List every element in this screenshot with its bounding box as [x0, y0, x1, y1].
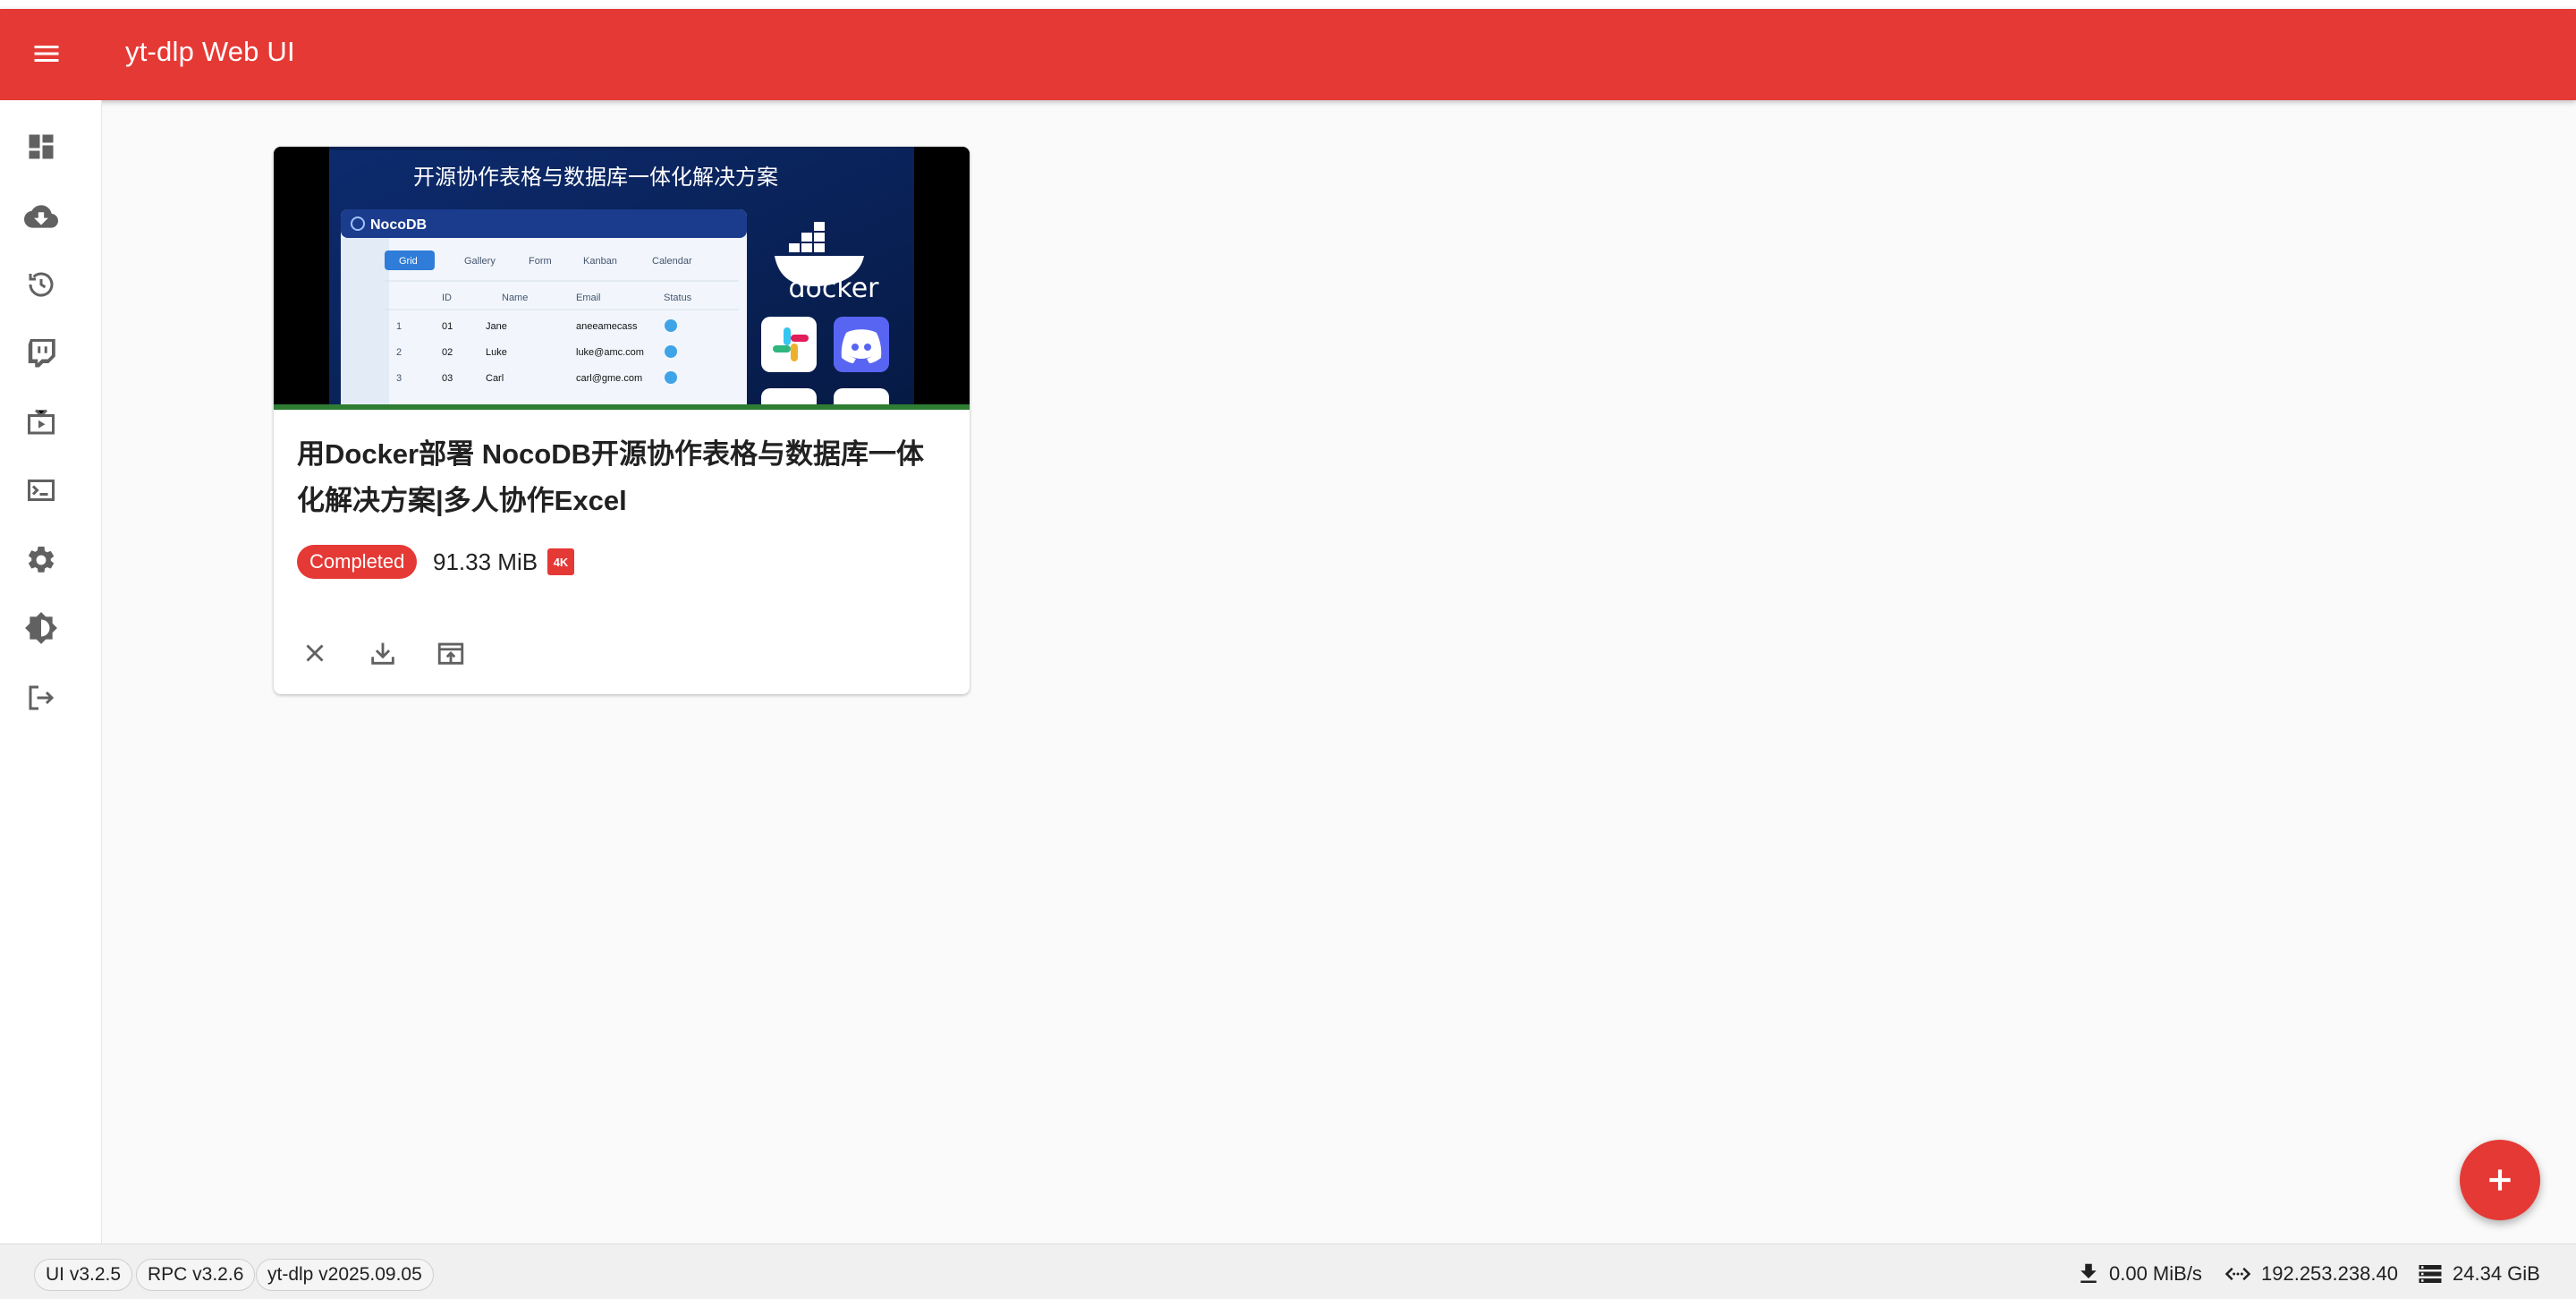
thumbnail-row-name: Jane: [486, 321, 507, 332]
sidebar-item-terminal[interactable]: [20, 469, 63, 512]
quality-4k-icon: 4K: [547, 548, 574, 575]
menu-button[interactable]: [27, 34, 66, 73]
download-speed-icon: [2080, 1263, 2097, 1283]
dashboard-icon: [29, 134, 54, 159]
download-speed: 0.00 MiB/s: [2075, 1257, 2202, 1291]
thumbnail-col-email: Email: [576, 293, 601, 303]
file-size: 91.33 MiB: [433, 548, 538, 575]
sidebar-item-history[interactable]: [20, 263, 63, 306]
twitch-icon: [28, 339, 55, 368]
sidebar-item-downloads[interactable]: [20, 195, 63, 238]
thumbnail-row-name: Luke: [486, 347, 507, 358]
thumbnail-row-num: 1: [396, 321, 402, 332]
ui-version-chip: UI v3.2.5: [34, 1259, 133, 1291]
thumbnail-row-id: 03: [442, 373, 453, 384]
window-top-strip: [0, 0, 2576, 9]
ytdlp-version-chip: yt-dlp v2025.09.05: [256, 1259, 434, 1291]
app-bar: yt-dlp Web UI: [0, 9, 2576, 100]
menu-icon: [34, 46, 59, 62]
app-title: yt-dlp Web UI: [125, 36, 295, 67]
sidebar-item-settings[interactable]: [20, 539, 63, 582]
thumbnail-row-email: luke@amc.com: [576, 347, 644, 358]
thumbnail-docker-label: docker: [789, 273, 880, 304]
thumbnail-row-email: aneeamecass: [576, 321, 638, 332]
remove-button[interactable]: [293, 632, 336, 675]
download-icon: [371, 642, 394, 665]
download-file-button[interactable]: [361, 632, 404, 675]
video-thumbnail[interactable]: 开源协作表格与数据库一体化解决方案 NocoDB Grid Gallery Fo…: [274, 147, 970, 404]
sidebar-item-theme[interactable]: [20, 607, 63, 650]
thumbnail-tab-kanban: Kanban: [583, 256, 617, 267]
disk-free-value: 24.34 GiB: [2453, 1262, 2540, 1285]
thumbnail-tab-calendar: Calendar: [652, 256, 692, 267]
logout-icon: [29, 685, 55, 710]
open-in-new-button[interactable]: [429, 632, 472, 675]
thumbnail-app-name: NocoDB: [370, 217, 427, 233]
thumbnail-row-email: carl@gme.com: [576, 373, 642, 384]
live-tv-icon: [28, 409, 55, 435]
status-footer: UI v3.2.5 RPC v3.2.6 yt-dlp v2025.09.05 …: [0, 1244, 2576, 1299]
thumbnail-tab-form: Form: [529, 256, 552, 267]
thumbnail-col-name: Name: [502, 293, 528, 303]
download-card: 开源协作表格与数据库一体化解决方案 NocoDB Grid Gallery Fo…: [274, 147, 970, 694]
close-icon: [306, 644, 324, 662]
brightness-icon: [25, 612, 57, 644]
thumbnail-row-num: 3: [396, 373, 402, 384]
download-progress-bar: [274, 404, 970, 410]
thumbnail-headline: 开源协作表格与数据库一体化解决方案: [413, 165, 778, 190]
sidebar-item-dashboard[interactable]: [20, 125, 63, 168]
video-title: 用Docker部署 NocoDB开源协作表格与数据库一体化解决方案|多人协作Ex…: [297, 438, 924, 516]
history-icon: [29, 272, 54, 297]
storage-icon: [2419, 1265, 2442, 1283]
ip-address-value: 192.253.238.40: [2261, 1262, 2398, 1285]
thumbnail-row-id: 02: [442, 347, 453, 358]
open-in-new-icon: [437, 642, 464, 665]
sidebar-item-twitch[interactable]: [20, 331, 63, 374]
ip-address: 192.253.238.40: [2222, 1257, 2398, 1291]
rpc-version-chip: RPC v3.2.6: [136, 1259, 256, 1291]
sidebar-item-logout[interactable]: [20, 676, 63, 719]
download-speed-value: 0.00 MiB/s: [2109, 1262, 2202, 1285]
thumbnail-tab-gallery: Gallery: [464, 256, 496, 267]
add-download-button[interactable]: [2460, 1140, 2540, 1220]
thumbnail-row-name: Carl: [486, 373, 504, 384]
thumbnail-col-id: ID: [442, 293, 452, 303]
settings-ethernet-icon: [2224, 1267, 2251, 1281]
gear-icon: [29, 546, 55, 573]
status-badge: Completed: [297, 545, 418, 579]
disk-free: 24.34 GiB: [2415, 1257, 2540, 1291]
thumbnail-row-id: 01: [442, 321, 453, 332]
thumbnail-tab-grid: Grid: [399, 256, 418, 267]
cloud-download-icon: [24, 205, 58, 228]
thumbnail-row-num: 2: [396, 347, 402, 358]
sidebar-item-livestream[interactable]: [20, 401, 63, 444]
thumbnail-col-status: Status: [664, 293, 692, 303]
plus-icon: [2489, 1169, 2511, 1191]
terminal-icon: [28, 480, 55, 501]
